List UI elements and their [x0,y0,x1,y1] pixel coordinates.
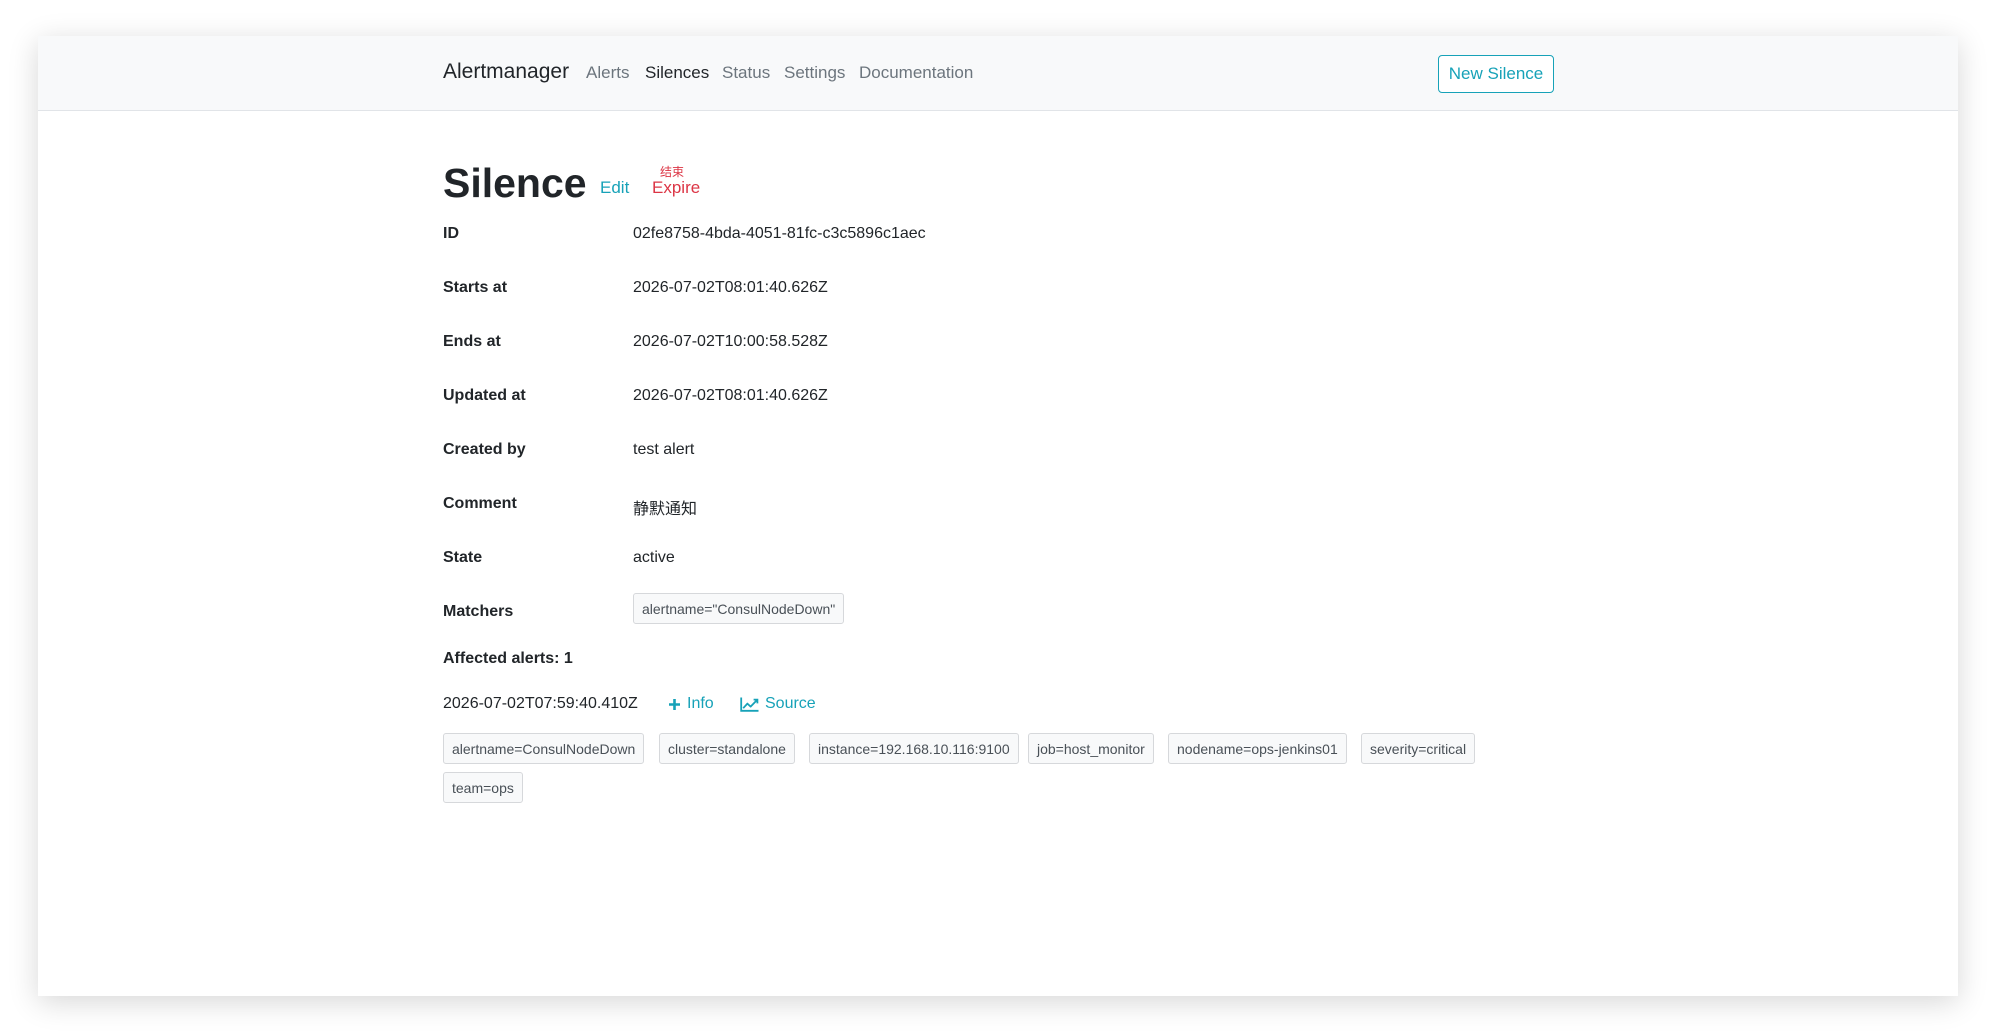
alert-label-badge: severity=critical [1361,733,1476,764]
nav-documentation[interactable]: Documentation [859,63,973,83]
alert-label-badge: team=ops [443,772,523,803]
brand-link[interactable]: Alertmanager [443,60,569,84]
affected-alerts-heading: Affected alerts: 1 [443,650,573,667]
id-value: 02fe8758-4bda-4051-81fc-c3c5896c1aec [633,225,926,242]
alert-start-time: 2026-07-02T07:59:40.410Z [443,695,638,712]
state-label: State [443,549,483,566]
nav-silences[interactable]: Silences [645,63,709,83]
ends-at-label: Ends at [443,333,501,350]
source-link[interactable]: Source [740,695,816,713]
nav-alerts[interactable]: Alerts [586,63,629,83]
page-title: Silence [443,160,587,206]
line-chart-icon [740,697,759,712]
created-by-value: test alert [633,441,695,458]
updated-at-value: 2026-07-02T08:01:40.626Z [633,387,828,404]
id-label: ID [443,225,459,242]
edit-link[interactable]: Edit [600,178,629,198]
app-window: Alertmanager Alerts Silences Status Sett… [38,36,1958,996]
nav-status[interactable]: Status [722,63,770,83]
comment-value: 静默通知 [633,501,698,518]
plus-icon [669,698,680,710]
alert-label-badge: cluster=standalone [659,733,795,764]
source-label: Source [765,695,816,712]
matchers-label: Matchers [443,603,514,620]
expire-link[interactable]: Expire [652,178,700,198]
comment-label: Comment [443,495,517,512]
info-toggle[interactable]: Info [668,695,714,713]
starts-at-label: Starts at [443,279,508,296]
alert-label-badge: instance=192.168.10.116:9100 [809,733,1019,764]
matcher-badge: alertname="ConsulNodeDown" [633,593,845,624]
alert-label-badge: job=host_monitor [1028,733,1154,764]
info-label: Info [687,695,714,712]
ends-at-value: 2026-07-02T10:00:58.528Z [633,333,828,350]
navbar: Alertmanager Alerts Silences Status Sett… [38,36,1958,111]
nav-settings[interactable]: Settings [784,63,845,83]
starts-at-value: 2026-07-02T08:01:40.626Z [633,279,828,296]
new-silence-button[interactable]: New Silence [1438,55,1554,93]
alert-label-badge: alertname=ConsulNodeDown [443,733,645,764]
created-by-label: Created by [443,441,526,458]
updated-at-label: Updated at [443,387,526,404]
state-value: active [633,549,675,566]
alert-label-badge: nodename=ops-jenkins01 [1168,733,1347,764]
